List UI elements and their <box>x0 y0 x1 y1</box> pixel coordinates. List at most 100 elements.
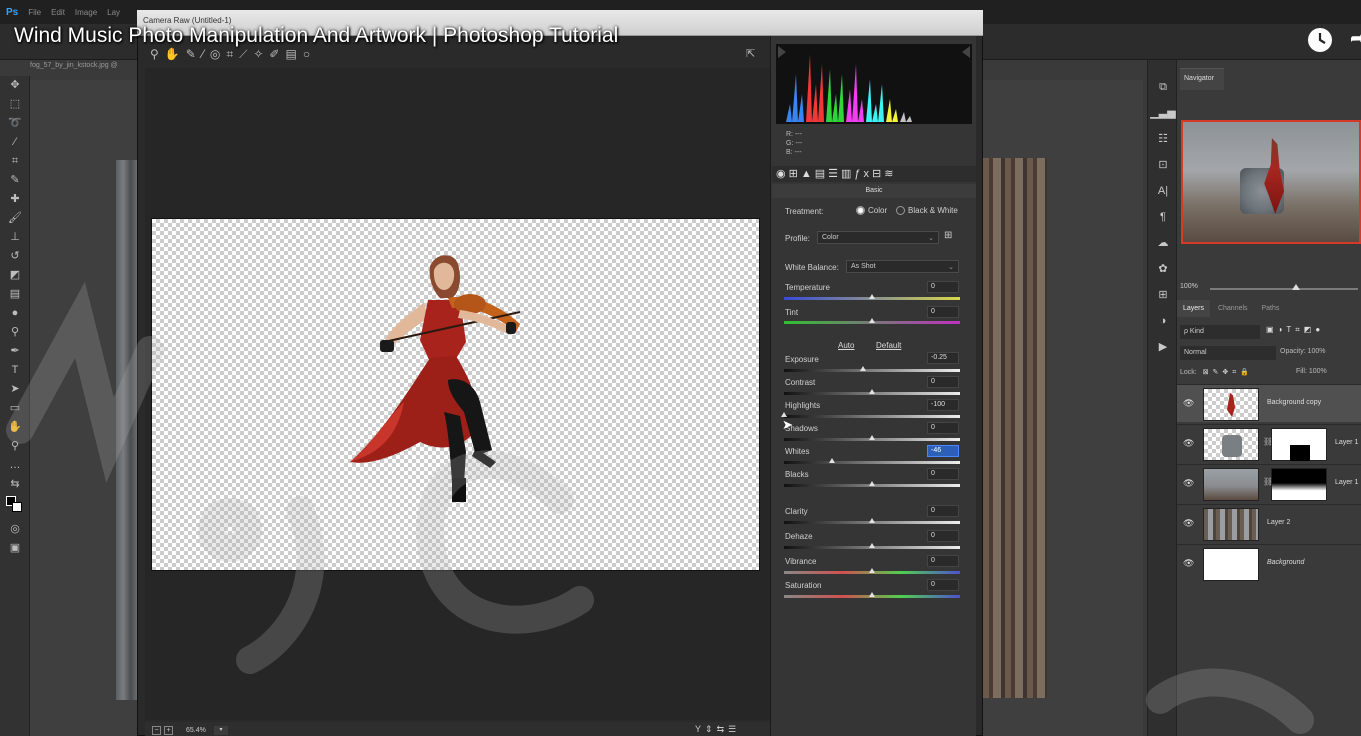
slider-value[interactable]: 0 <box>927 579 959 591</box>
marquee-icon[interactable]: ⬚ <box>0 95 30 114</box>
menu-image[interactable]: Image <box>75 8 97 17</box>
graduated-filter-icon[interactable]: ▤ <box>285 47 302 61</box>
white-balance-select[interactable]: As Shot ⌄ <box>846 260 959 273</box>
layer-row[interactable]: 👁 Layer 2 <box>1177 504 1361 542</box>
eraser-icon[interactable]: ◩ <box>0 266 30 285</box>
eye-icon[interactable]: 👁 <box>1183 438 1194 449</box>
eyedropper-icon[interactable]: ✎ <box>0 171 30 190</box>
slider-value[interactable]: 0 <box>927 281 959 293</box>
slider-value[interactable]: -0.25 <box>927 352 959 364</box>
eye-icon[interactable]: 👁 <box>1183 558 1194 569</box>
screen-mode-icon[interactable]: ▣ <box>0 539 30 558</box>
color-swatch-icon[interactable] <box>0 494 30 520</box>
zoom-out-button[interactable]: − <box>152 726 161 735</box>
lock-icons[interactable]: ⊠✎✥⌗🔒 <box>1203 369 1253 376</box>
slider-value[interactable]: 0 <box>927 376 959 388</box>
before-after-toggle-icon[interactable]: ⇕ <box>705 724 717 734</box>
adjust-brush-icon[interactable]: ✐ <box>269 47 285 61</box>
layer-filter-icons[interactable]: ▣◑T⌗◩● <box>1266 325 1324 335</box>
layer-row[interactable]: 👁 Background <box>1177 544 1361 582</box>
layer-kind-filter[interactable]: ρ Kind <box>1180 325 1260 339</box>
eye-icon[interactable]: 👁 <box>1183 518 1194 529</box>
slider-value[interactable]: 0 <box>927 422 959 434</box>
styles-icon[interactable]: ◑ <box>1148 308 1178 334</box>
slider-thumb[interactable] <box>869 568 875 573</box>
adjust-icon[interactable]: ✿ <box>1148 256 1178 282</box>
move-icon[interactable]: ✥ <box>0 76 30 95</box>
layer-row[interactable]: 👁 ⛓ Layer 1 <box>1177 424 1361 462</box>
tab-layers[interactable]: Layers <box>1177 300 1211 317</box>
profile-select[interactable]: Color ⌄ <box>817 231 939 244</box>
profile-browser-icon[interactable]: ⊞ <box>944 230 952 241</box>
layer-row[interactable]: 👁 Background copy <box>1177 384 1361 422</box>
hand-icon[interactable]: ✋ <box>0 418 30 437</box>
slider-value[interactable]: 0 <box>927 468 959 480</box>
histogram-icon[interactable]: ▁▃▅ <box>1148 100 1178 126</box>
straighten-icon[interactable]: ⟋ <box>239 47 253 61</box>
slider-thumb[interactable] <box>869 592 875 597</box>
healing-icon[interactable]: ✚ <box>0 190 30 209</box>
blur-icon[interactable]: ● <box>0 304 30 323</box>
tone-curve-tab-icon[interactable]: ⊞ <box>789 168 801 180</box>
target-adjust-icon[interactable]: ◎ <box>210 47 226 61</box>
slider-value[interactable]: 0 <box>927 530 959 542</box>
eye-icon[interactable]: 👁 <box>1183 478 1194 489</box>
pen-icon[interactable]: ✒ <box>0 342 30 361</box>
before-after-y-icon[interactable]: Y <box>695 724 705 734</box>
slider-thumb[interactable] <box>869 543 875 548</box>
presets-tab-icon[interactable]: ≋ <box>884 168 896 180</box>
libraries-icon[interactable]: ☁ <box>1148 230 1178 256</box>
color-sampler-icon[interactable]: ⁄ <box>202 47 210 61</box>
navigator-zoom-slider[interactable] <box>1210 288 1358 290</box>
tab-navigator[interactable]: Navigator <box>1180 68 1224 90</box>
zoom-icon[interactable]: ⚲ <box>0 437 30 456</box>
more-icon[interactable]: … <box>0 456 30 475</box>
quick-mask-icon[interactable]: ◎ <box>0 520 30 539</box>
history-icon[interactable]: ⧉ <box>1148 74 1178 100</box>
auto-link[interactable]: Auto <box>838 341 854 350</box>
default-link[interactable]: Default <box>876 341 901 350</box>
paragraph-icon[interactable]: ¶ <box>1148 204 1178 230</box>
crop-icon[interactable]: ⌗ <box>226 47 239 61</box>
swap-settings-icon[interactable]: ⇆ <box>717 724 729 734</box>
treatment-bw-option[interactable]: Black & White <box>896 206 958 216</box>
exposure-slider[interactable] <box>784 369 960 372</box>
menu-edit[interactable]: Edit <box>51 8 65 17</box>
white-balance-icon[interactable]: ✎ <box>186 47 202 61</box>
fullscreen-icon[interactable]: ⇱ <box>746 47 755 60</box>
navigator-zoom-value[interactable]: 100% <box>1180 283 1198 290</box>
basic-tab-icon[interactable]: ◉ <box>776 168 789 180</box>
swap-icon[interactable]: ⇆ <box>0 475 30 494</box>
slider-thumb[interactable] <box>869 318 875 323</box>
slider-value[interactable]: 0 <box>927 555 959 567</box>
video-title[interactable]: Wind Music Photo Manipulation And Artwor… <box>14 24 618 48</box>
split-toning-tab-icon[interactable]: ☰ <box>828 168 841 180</box>
slider-value[interactable]: 0 <box>927 505 959 517</box>
menu-layer[interactable]: Lay <box>107 8 120 17</box>
zoom-dropdown[interactable]: ▾ <box>214 726 228 735</box>
navigator-zoom-thumb[interactable] <box>1291 284 1300 290</box>
brush-icon[interactable]: 🖌 <box>0 209 30 228</box>
tab-paths[interactable]: Paths <box>1256 300 1286 317</box>
effects-tab-icon[interactable]: ƒx <box>854 168 872 180</box>
lock-controls[interactable]: Lock: ⊠✎✥⌗🔒 <box>1180 368 1253 377</box>
layer-row[interactable]: 👁 ⛓ Layer 1 <box>1177 464 1361 502</box>
dodge-icon[interactable]: ⚲ <box>0 323 30 342</box>
slider-thumb[interactable] <box>869 481 875 486</box>
share-icon[interactable]: ➦ <box>1350 28 1361 49</box>
hand-icon[interactable]: ✋ <box>165 47 186 61</box>
zoom-icon[interactable]: ⚲ <box>150 47 165 61</box>
menu-file[interactable]: File <box>28 8 41 17</box>
detail-tab-icon[interactable]: ▲ <box>801 168 815 180</box>
gradient-icon[interactable]: ▤ <box>0 285 30 304</box>
magic-wand-icon[interactable]: ⁄ <box>0 133 30 152</box>
shape-icon[interactable]: ▭ <box>0 399 30 418</box>
stamp-icon[interactable]: ⊥ <box>0 228 30 247</box>
treatment-color-option[interactable]: Color <box>856 206 887 216</box>
slider-thumb[interactable] <box>869 389 875 394</box>
properties-icon[interactable]: ☷ <box>1148 126 1178 152</box>
opacity-field[interactable]: Opacity: 100% <box>1280 348 1326 355</box>
character-icon[interactable]: A| <box>1148 178 1178 204</box>
history-brush-icon[interactable]: ↺ <box>0 247 30 266</box>
clock-icon[interactable] <box>1308 28 1332 52</box>
